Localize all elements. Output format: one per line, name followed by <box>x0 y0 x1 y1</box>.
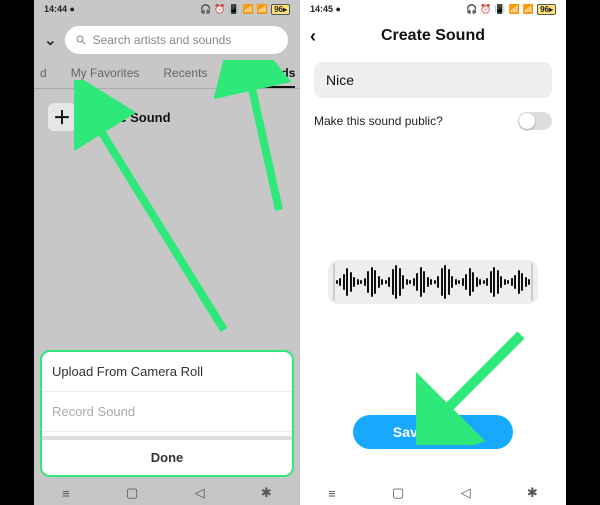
trim-handle-right[interactable] <box>531 263 533 301</box>
status-time: 14:44 <box>44 4 67 14</box>
nav-back-icon[interactable]: ◁ <box>461 485 471 501</box>
waveform-trimmer[interactable] <box>328 260 538 304</box>
status-time: 14:45 <box>310 4 333 14</box>
save-sound-label: Save Sound <box>393 424 473 440</box>
search-input[interactable]: Search artists and sounds <box>65 26 288 54</box>
nav-recent-icon[interactable]: ≡ <box>62 486 70 501</box>
create-sound-header: ‹ Create Sound <box>300 18 566 54</box>
plus-icon[interactable]: ＋ <box>48 103 76 131</box>
sound-name-input[interactable]: Nice <box>314 62 552 98</box>
create-sound-row[interactable]: ＋ Create Sound <box>48 103 286 131</box>
sound-tabs: d My Favorites Recents My Sounds <box>34 60 300 89</box>
status-right-icons: 🎧⏰📳📶📶 96▸ <box>466 4 556 15</box>
nav-accessibility-icon[interactable]: ✱ <box>527 485 538 501</box>
page-title: Create Sound <box>381 27 485 45</box>
nav-accessibility-icon[interactable]: ✱ <box>261 485 272 501</box>
public-label: Make this sound public? <box>314 114 443 128</box>
status-bar: 14:44 ● 🎧⏰📳📶📶 96▸ <box>34 0 300 18</box>
android-nav-bar: ≡ ▢ ◁ ✱ <box>300 481 566 505</box>
sheet-upload-camera-roll[interactable]: Upload From Camera Roll <box>42 352 292 392</box>
public-toggle-row: Make this sound public? <box>314 112 552 130</box>
sound-name-value: Nice <box>326 72 354 88</box>
create-sound-body: Nice Make this sound public? <box>300 54 566 312</box>
save-sound-button[interactable]: Save Sound <box>353 415 513 449</box>
waveform-icon <box>336 265 531 299</box>
phone-left: 14:44 ● 🎧⏰📳📶📶 96▸ ⌄ Search artists and s… <box>34 0 300 505</box>
nav-home-icon[interactable]: ▢ <box>392 485 404 501</box>
back-icon[interactable]: ‹ <box>310 26 316 47</box>
create-sound-label: Create Sound <box>86 110 171 125</box>
android-nav-bar: ≡ ▢ ◁ ✱ <box>34 481 300 505</box>
tab-my-sounds[interactable]: My Sounds <box>231 66 295 88</box>
nav-home-icon[interactable]: ▢ <box>126 485 138 501</box>
nav-back-icon[interactable]: ◁ <box>195 485 205 501</box>
tab-recents[interactable]: Recents <box>163 66 207 88</box>
public-toggle[interactable] <box>518 112 552 130</box>
tab-my-favorites[interactable]: My Favorites <box>71 66 140 88</box>
sheet-record-sound[interactable]: Record Sound <box>42 392 292 432</box>
trim-handle-left[interactable] <box>333 263 335 301</box>
status-bar: 14:45 ● 🎧⏰📳📶📶 96▸ <box>300 0 566 18</box>
sheet-done-button[interactable]: Done <box>42 436 292 475</box>
nav-recent-icon[interactable]: ≡ <box>328 486 336 501</box>
chevron-down-icon[interactable]: ⌄ <box>44 31 57 49</box>
search-row: ⌄ Search artists and sounds <box>34 18 300 60</box>
status-right-icons: 🎧⏰📳📶📶 96▸ <box>200 4 290 15</box>
tab-featured-truncated[interactable]: d <box>40 66 47 88</box>
search-icon <box>75 34 87 46</box>
phone-right: 14:45 ● 🎧⏰📳📶📶 96▸ ‹ Create Sound Nice Ma… <box>300 0 566 505</box>
action-sheet: Upload From Camera Roll Record Sound Don… <box>40 350 294 477</box>
search-placeholder: Search artists and sounds <box>93 33 232 47</box>
